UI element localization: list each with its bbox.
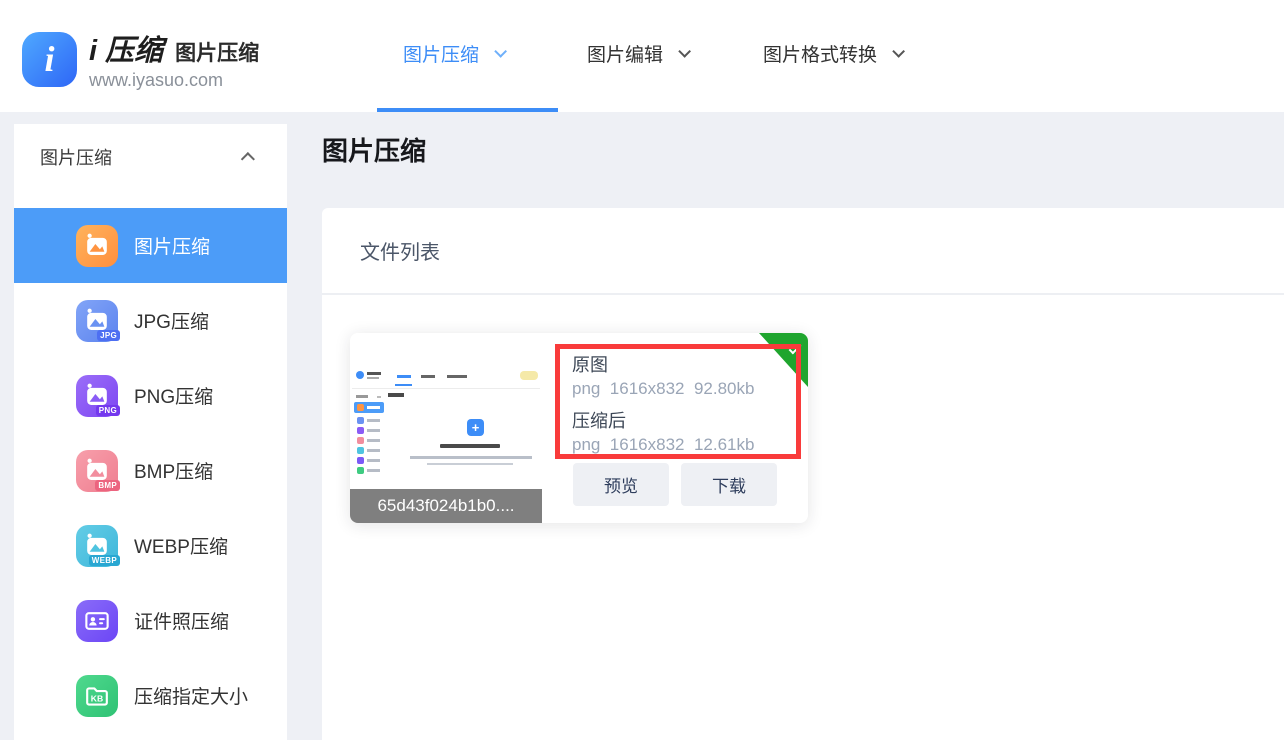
photo-icon: PNG — [76, 375, 118, 417]
active-nav-indicator — [377, 108, 558, 112]
compressed-label: 压缩后 — [572, 409, 796, 433]
brand-tagline: 图片压缩 — [175, 37, 259, 67]
logo-icon: i — [22, 32, 77, 87]
sidebar: 图片压缩 图片压缩 JPG JPG压缩 — [14, 124, 287, 740]
sidebar-item-image-compress[interactable]: 图片压缩 — [14, 208, 287, 283]
nav-label: 图片压缩 — [403, 40, 479, 67]
panel-header: 文件列表 — [322, 208, 1284, 295]
mini-upload-plus: + — [467, 419, 484, 436]
logo-text: i 压缩 图片压缩 www.iyasuo.com — [89, 27, 259, 91]
svg-text:KB: KB — [91, 693, 103, 703]
chevron-down-icon — [892, 45, 905, 58]
nav-label: 图片格式转换 — [763, 40, 877, 67]
photo-icon: BMP — [76, 450, 118, 492]
sidebar-group-title: 图片压缩 — [40, 144, 245, 170]
file-name: 65d43f024b1b0.... — [350, 489, 542, 523]
nav-item-format-convert[interactable]: 图片格式转换 — [763, 40, 901, 66]
photo-icon: JPG — [76, 300, 118, 342]
thumbnail-preview: + — [352, 367, 540, 479]
preview-button[interactable]: 预览 — [573, 463, 669, 506]
id-card-icon — [76, 600, 118, 642]
sidebar-item-webp[interactable]: WEBP WEBP压缩 — [14, 508, 287, 583]
sidebar-item-idphoto[interactable]: 证件照压缩 — [14, 583, 287, 658]
sidebar-item-target-size[interactable]: KB 压缩指定大小 — [14, 658, 287, 733]
sidebar-item-jpg[interactable]: JPG JPG压缩 — [14, 283, 287, 358]
original-label: 原图 — [572, 353, 796, 377]
kb-folder-icon: KB — [76, 675, 118, 717]
photo-icon — [76, 225, 118, 267]
highlight-box: 原图 png 1616x832 92.80kb 压缩后 png 1616x832… — [555, 344, 801, 459]
brand-domain: www.iyasuo.com — [89, 70, 259, 91]
chevron-down-icon — [678, 45, 691, 58]
compressed-info: png 1616x832 12.61kb — [572, 433, 796, 456]
page-title: 图片压缩 — [322, 131, 426, 168]
original-info: png 1616x832 92.80kb — [572, 377, 796, 400]
header: i i 压缩 图片压缩 www.iyasuo.com 图片压缩 图片编辑 图片格… — [0, 0, 1284, 112]
logo[interactable]: i i 压缩 图片压缩 www.iyasuo.com — [22, 27, 259, 91]
sidebar-item-bmp[interactable]: BMP BMP压缩 — [14, 433, 287, 508]
sidebar-group-header[interactable]: 图片压缩 — [14, 124, 287, 190]
file-card: + 65d43f024b1b0.... 原图 png 1616x832 92.8… — [350, 333, 808, 523]
app-window: i i 压缩 图片压缩 www.iyasuo.com 图片压缩 图片编辑 图片格… — [0, 0, 1284, 740]
download-button[interactable]: 下载 — [681, 463, 777, 506]
file-list-panel: 文件列表 — [322, 208, 1284, 740]
card-actions: 预览 下载 — [573, 463, 777, 506]
photo-icon: WEBP — [76, 525, 118, 567]
chevron-down-icon — [494, 45, 507, 58]
nav-item-image-compress[interactable]: 图片压缩 — [403, 40, 503, 66]
panel-title: 文件列表 — [360, 236, 440, 265]
sidebar-list: 图片压缩 JPG JPG压缩 PNG PNG压缩 BMP — [14, 208, 287, 733]
brand-name: i 压缩 — [89, 27, 163, 69]
mini-logo-icon — [356, 371, 364, 379]
nav-label: 图片编辑 — [587, 40, 663, 67]
nav-item-image-edit[interactable]: 图片编辑 — [587, 40, 687, 66]
file-thumbnail[interactable]: + 65d43f024b1b0.... — [350, 333, 542, 523]
sidebar-item-png[interactable]: PNG PNG压缩 — [14, 358, 287, 433]
